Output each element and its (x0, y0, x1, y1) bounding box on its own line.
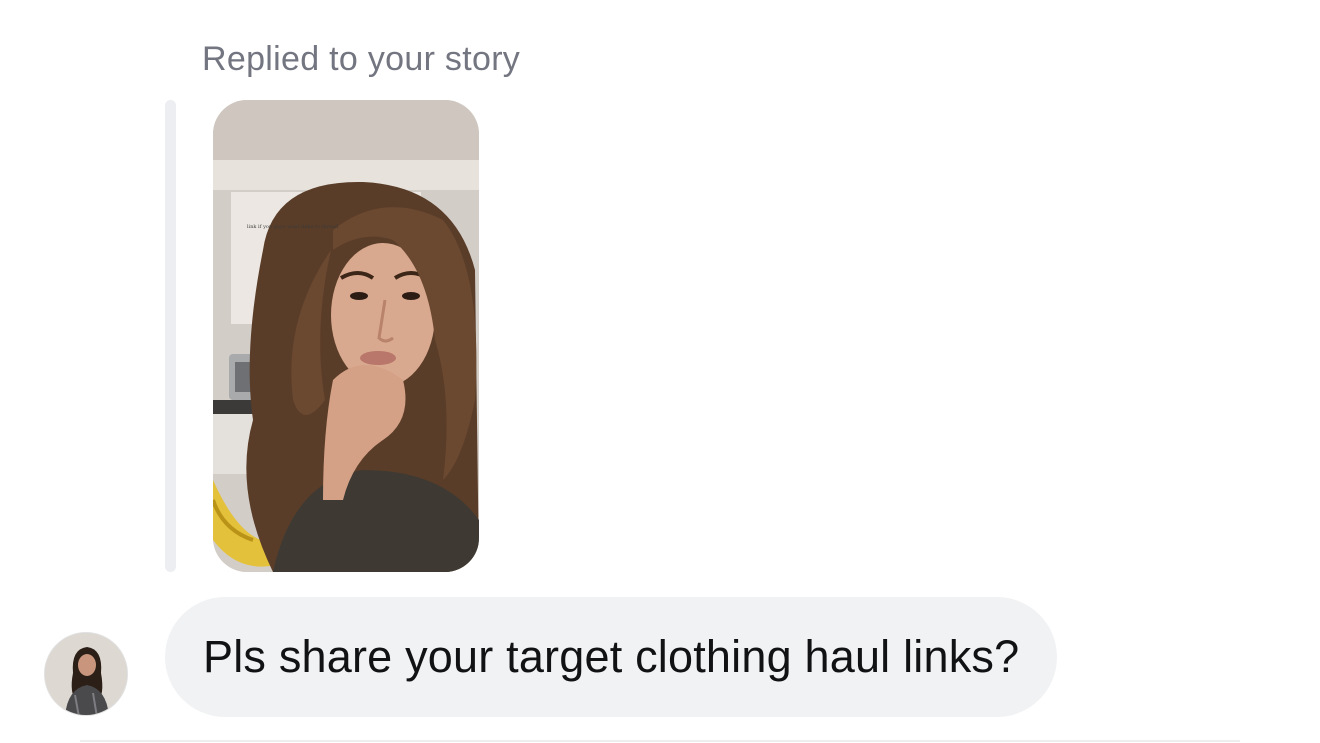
quote-bar (165, 100, 176, 572)
story-reply-caption: Replied to your story (202, 40, 521, 78)
story-overlay-text: link if you guys want links to thread (247, 224, 339, 230)
message-thread: Replied to your story link if you guys w… (0, 0, 1320, 743)
sender-avatar[interactable] (44, 632, 128, 716)
avatar-photo (45, 633, 127, 715)
story-photo (213, 100, 479, 572)
message-text: Pls share your target clothing haul link… (203, 631, 1020, 682)
story-thumbnail[interactable]: link if you guys want links to thread (213, 100, 479, 572)
message-bubble[interactable]: Pls share your target clothing haul link… (165, 597, 1058, 717)
divider (80, 740, 1240, 742)
